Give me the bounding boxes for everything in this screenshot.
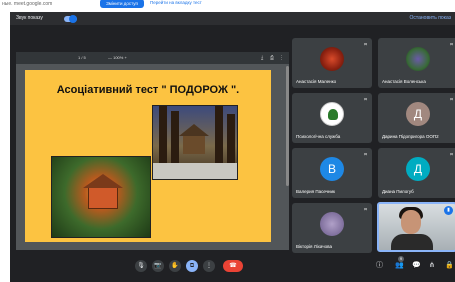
emblem-avatar [320,102,344,126]
participant-name: Вікторія Ліхачова [296,244,332,249]
participant-name: Анастасія Воленська [382,79,426,84]
info-icon[interactable]: ⓘ [376,262,383,270]
participant-tile[interactable]: ⌗ Анастасія Маленко [292,38,372,88]
initial-avatar: Д [406,157,430,181]
activities-icon[interactable]: ⋔ [429,262,435,270]
participant-tile[interactable]: ⌗ Вікторія Ліхачова [292,203,372,253]
presentation-bar: Звук показу Остановить показ [10,12,455,25]
share-tab-link[interactable]: Перейти на вкладку тест [150,0,202,5]
hang-up-button[interactable]: ☎ [223,260,243,272]
more-options-button[interactable]: ⋮ [203,260,215,272]
pdf-scrollbar[interactable] [286,66,289,186]
participant-tile[interactable]: Д ⌗ Диана Пилогуб [378,148,455,198]
chat-icon[interactable]: 💬 [412,262,421,270]
presentation-area: 1 / 5 — 100% + ⤓ ⎙ ⋮ Асоціативний тест "… [16,52,289,250]
pin-icon[interactable]: ⌗ [364,152,367,158]
raise-hand-button[interactable]: ✋ [169,260,181,272]
participant-tile[interactable]: ⌗ Анастасія Воленська [378,38,455,88]
present-button[interactable]: ⧉ [186,260,198,272]
share-button[interactable]: Змінити доступ [100,0,144,8]
photo-avatar [320,212,344,236]
url-text: ные. meet.google.com [2,1,53,7]
participant-tile[interactable]: Д ⌗ Дарина Підопригора ООП2 [378,93,455,143]
pin-icon[interactable]: ⌗ [450,42,453,48]
initial-avatar: В [320,157,344,181]
participant-tile[interactable]: ⌗ Психологічна служба [292,93,372,143]
pin-icon[interactable]: ⌗ [364,97,367,103]
zoom-control[interactable]: — 100% + [108,55,127,60]
mic-button[interactable]: 🎙 [135,260,147,272]
pin-icon[interactable]: ⌗ [450,97,453,103]
stop-presenting-button[interactable]: Остановить показ [410,15,451,21]
participant-name: Валерия Пасечник [296,189,335,194]
slide-title: Асоціативний тест " ПОДОРОЖ ". [56,84,240,96]
browser-top-bar: ные. meet.google.com Змінити доступ Пере… [0,0,455,12]
participant-name: Дарина Підопригора ООП2 [382,134,439,139]
participant-name: Анастасія Маленко [296,79,337,84]
page-indicator[interactable]: 1 / 5 [78,55,86,60]
pin-icon[interactable]: ⌗ [364,207,367,213]
share-audio-label: Звук показу [16,15,43,21]
self-video-tile[interactable]: ▮ [377,202,455,252]
initial-avatar: Д [406,102,430,126]
camera-button[interactable]: 📷 [152,260,164,272]
speaking-indicator-icon: ▮ [444,206,453,215]
share-audio-toggle[interactable] [64,15,77,23]
rooster-avatar [320,47,344,71]
print-icon[interactable]: ⎙ [270,55,274,61]
participant-name: Психологічна служба [296,134,341,139]
people-icon[interactable]: 👥 [395,262,404,270]
participant-name: Диана Пилогуб [382,189,414,194]
forest-hut-painting [152,105,238,180]
fairy-house-painting [51,156,151,238]
meet-window: Звук показу Остановить показ 1 / 5 — 100… [10,12,455,282]
flower-avatar [406,47,430,71]
pin-icon[interactable]: ⌗ [364,42,367,48]
pin-icon[interactable]: ⌗ [450,152,453,158]
more-icon[interactable]: ⋮ [279,55,284,61]
download-icon[interactable]: ⤓ [261,55,263,61]
participant-tile[interactable]: В ⌗ Валерия Пасечник [292,148,372,198]
slide: Асоціативний тест " ПОДОРОЖ ". [25,70,271,242]
pdf-toolbar: 1 / 5 — 100% + ⤓ ⎙ ⋮ [16,52,289,64]
host-controls-icon[interactable]: 🔒 [445,262,454,270]
